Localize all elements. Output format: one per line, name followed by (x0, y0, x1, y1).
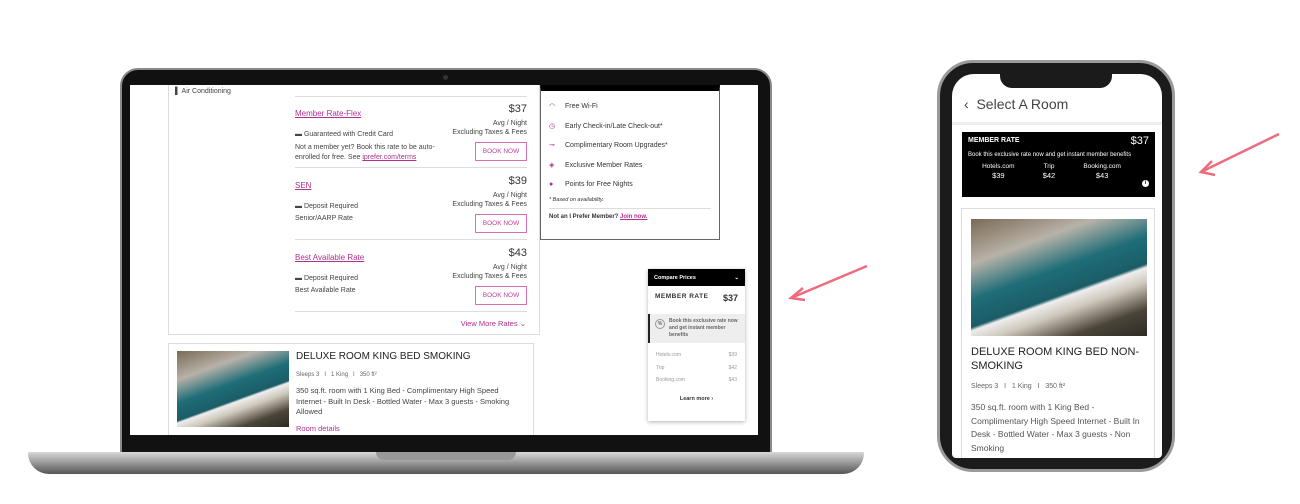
book-now-button[interactable]: BOOK NOW (475, 142, 527, 161)
view-more-rates-link[interactable]: View More Rates ⌄ (461, 319, 526, 328)
key-icon: ⊸ (549, 142, 555, 149)
chevron-down-icon: ⌄ (519, 319, 526, 328)
member-benefits-panel: ◠ Free Wi-Fi ◷ Early Check-in/Late Check-o… (540, 85, 720, 240)
room-photo (971, 219, 1147, 336)
book-now-button[interactable]: BOOK NOW (475, 286, 527, 305)
terms-link[interactable]: iprefer.com/terms (362, 154, 416, 161)
rate-description: Not a member yet? Book this rate to be a… (295, 144, 435, 161)
benefit-item: ◠ Free Wi-Fi (549, 97, 711, 117)
amenity-air-conditioning: ▌ Air Conditioning (175, 88, 231, 95)
room-meta: Sleeps 3 I 1 King I 350 ft² (296, 372, 377, 378)
laptop-screen: ▌ Air Conditioning Member Rate-Flex ▬ Gu… (130, 85, 758, 435)
rate-name-link[interactable]: Member Rate-Flex (295, 109, 361, 118)
phone-screen: ‹ Select A Room MEMBER RATE $37 Book this… (952, 74, 1162, 458)
rate-unit: Avg / Night Excluding Taxes & Fees (452, 120, 527, 136)
room-title: DELUXE ROOM KING BED NON-SMOKING (971, 346, 1140, 372)
book-now-button[interactable]: BOOK NOW (475, 214, 527, 233)
benefits-footnote: * Based on availability. (549, 196, 604, 203)
room-meta: Sleeps 3 I 1 King I 350 ft² (971, 383, 1066, 390)
back-button[interactable]: ‹ Select A Room (964, 96, 1068, 112)
room-photo (177, 351, 289, 427)
member-rate-row: MEMBER RATE $37 (655, 293, 738, 303)
rate-row: SEN ▬ Deposit Required Senior/AARP Rate … (295, 175, 527, 233)
benefit-item: ◈ Exclusive Member Rates (549, 156, 711, 176)
join-now-link[interactable]: Join now. (620, 214, 647, 220)
room-description: 350 sq.ft. room with 1 King Bed - Compli… (296, 386, 510, 416)
clock-icon: ◷ (549, 122, 556, 130)
rate-unit: Avg / Night Excluding Taxes & Fees (452, 264, 527, 280)
competitor-row: Hotels.com $39 (656, 352, 737, 358)
rate-price: $43 (508, 247, 527, 259)
room-card: DELUXE ROOM KING BED SMOKING Sleeps 3 I … (168, 343, 534, 435)
rate-name-link[interactable]: Best Available Rate (295, 253, 364, 262)
rate-price: $39 (508, 175, 527, 187)
arrow-icon (1198, 132, 1280, 177)
competitor-row: Trip $42 (656, 364, 737, 371)
percent-icon: % (655, 319, 665, 329)
room-card: DELUXE ROOM KING BED NON-SMOKING Sleeps … (961, 208, 1155, 458)
arrow-icon (788, 264, 868, 302)
member-rate-banner: MEMBER RATE $37 Book this exclusive rate … (962, 132, 1155, 197)
room-details-link[interactable]: Room details (296, 424, 340, 433)
benefit-item: ● Points for Free Nights (549, 175, 711, 195)
competitor-price: Trip $42 (1042, 162, 1056, 180)
phone-notch (1000, 72, 1112, 88)
wifi-icon: ◠ (549, 103, 556, 110)
competitor-prices: Hotels.com $39 Trip $42 Booking.com $43 (648, 343, 745, 393)
tag-icon: ◈ (549, 161, 555, 169)
rate-unit: Avg / Night Excluding Taxes & Fees (452, 192, 527, 208)
member-message: % Book this exclusive rate now and get in… (648, 314, 745, 343)
laptop-camera (443, 75, 448, 80)
rate-row: Member Rate-Flex ▬ Guaranteed with Credi… (295, 103, 527, 163)
rate-row: Best Available Rate ▬ Deposit Required B… (295, 247, 527, 305)
rate-name-link[interactable]: SEN (295, 181, 311, 190)
join-cta: Not an I Prefer Member? Join now. (549, 213, 648, 220)
benefit-item: ◷ Early Check-in/Late Check-out* (549, 117, 711, 137)
competitor-price: Booking.com $43 (1083, 162, 1121, 180)
competitor-row: Booking.com $43 (656, 377, 737, 383)
chevron-down-icon: ⌄ (734, 274, 739, 281)
room-description: 350 sq.ft. room with 1 King Bed - Compli… (971, 402, 1140, 453)
compare-prices-widget: Compare Prices ⌄ MEMBER RATE $37 % Book thi… (648, 269, 745, 421)
rate-price: $37 (508, 103, 527, 115)
compare-prices-toggle[interactable]: Compare Prices ⌄ (648, 269, 745, 286)
benefit-item: ⊸ Complimentary Room Upgrades* (549, 136, 711, 156)
room-title: DELUXE ROOM KING BED SMOKING (296, 351, 471, 362)
learn-more-link[interactable]: Learn more › (648, 396, 745, 402)
award-icon: ● (549, 181, 554, 188)
laptop-notch (376, 452, 516, 460)
info-icon[interactable]: i (1142, 180, 1149, 187)
competitor-price: Hotels.com $39 (982, 162, 1015, 180)
chevron-left-icon: ‹ (964, 96, 969, 112)
